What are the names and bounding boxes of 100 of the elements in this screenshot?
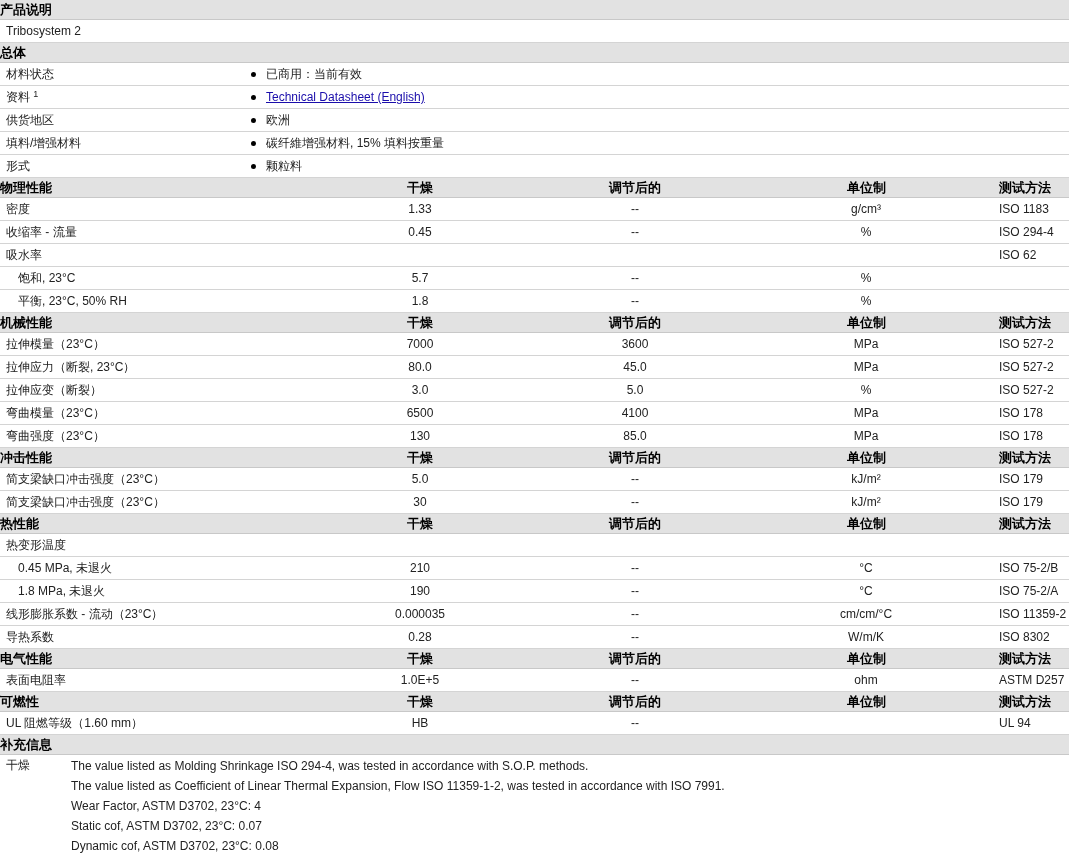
table-cell: 3.0 <box>411 383 429 397</box>
table-cell: UL 94 <box>999 716 1031 730</box>
section-title: 机械性能 <box>0 314 53 332</box>
table-cell: kJ/m² <box>851 495 881 509</box>
bullet-icon <box>251 163 256 169</box>
property-label: 拉伸模量（23°C） <box>5 336 106 353</box>
property-label: 热变形温度 <box>5 537 67 554</box>
table-cell: 85.0 <box>623 429 647 443</box>
column-header: 调节后的 <box>607 314 662 332</box>
table-cell: -- <box>631 630 639 644</box>
column-header: 测试方法 <box>998 314 1052 332</box>
section-title: 产品说明 <box>0 1 53 19</box>
datasheet-link[interactable]: Technical Datasheet (English) <box>266 88 425 106</box>
bullet-icon <box>251 117 256 123</box>
table-cell: ISO 1183 <box>999 202 1049 216</box>
table-cell: 3600 <box>621 337 649 351</box>
column-header: 测试方法 <box>998 179 1052 197</box>
column-header: 调节后的 <box>607 693 662 711</box>
table-cell: -- <box>631 225 639 239</box>
note-label: 干燥 <box>5 757 31 774</box>
table-cell: -- <box>631 607 639 621</box>
bullet-icon <box>251 94 256 100</box>
property-label: 拉伸应变（断裂） <box>5 382 103 399</box>
property-value: 颗粒料 <box>266 158 302 175</box>
property-label: 1.8 MPa, 未退火 <box>17 583 107 600</box>
property-label: 形式 <box>5 158 31 175</box>
table-cell: 5.0 <box>626 383 644 397</box>
property-label: 收缩率 - 流量 <box>5 224 78 241</box>
column-header: 单位制 <box>845 515 887 533</box>
property-value: 欧洲 <box>266 112 290 129</box>
column-header: 单位制 <box>845 693 887 711</box>
section-title: 可燃性 <box>0 693 40 711</box>
table-cell: ISO 178 <box>999 406 1044 420</box>
property-label: 平衡, 23°C, 50% RH <box>17 293 128 310</box>
column-header: 调节后的 <box>607 179 662 197</box>
property-label: 简支梁缺口冲击强度（23°C） <box>5 471 166 488</box>
property-label: 密度 <box>5 201 31 218</box>
table-cell: g/cm³ <box>851 202 881 216</box>
property-label: UL 阻燃等级（1.60 mm） <box>5 715 144 732</box>
property-label: 材料状态 <box>5 66 55 83</box>
bullet-icon <box>251 71 256 77</box>
property-label: 表面电阻率 <box>5 672 67 689</box>
table-cell: 80.0 <box>408 360 432 374</box>
column-header: 测试方法 <box>998 515 1052 533</box>
property-value: 碳纤維增强材料, 15% 填料按重量 <box>266 135 445 152</box>
column-header: 调节后的 <box>607 515 662 533</box>
table-cell: ISO 75-2/B <box>999 561 1059 575</box>
table-cell: 5.7 <box>411 271 429 285</box>
note-text: The value listed as Molding Shrinkage ISO 294-4, was tested in accordance with S.O.P. methods. <box>71 758 590 775</box>
property-label: 饱和, 23°C <box>17 270 77 287</box>
table-cell: 7000 <box>406 337 434 351</box>
column-header: 测试方法 <box>998 693 1052 711</box>
table-cell: ISO 11359-2 <box>999 607 1067 621</box>
column-header: 干燥 <box>406 314 434 332</box>
table-cell: -- <box>631 472 639 486</box>
property-label: 资料 $^{1}$ <box>5 88 40 106</box>
column-header: 干燥 <box>406 693 434 711</box>
table-cell: % <box>860 383 872 397</box>
column-header: 单位制 <box>845 650 887 668</box>
note-text: Wear Factor, ASTM D3702, 23°C: 4 <box>71 798 262 815</box>
note-text: Dynamic cof, ASTM D3702, 23°C: 0.08 <box>71 838 280 855</box>
table-cell: ohm <box>854 673 878 687</box>
table-cell: -- <box>631 561 639 575</box>
column-header: 干燥 <box>406 449 434 467</box>
property-label: 线形膨胀系数 - 流动（23°C） <box>5 606 165 623</box>
table-cell: 0.000035 <box>394 607 446 621</box>
table-cell: cm/cm/°C <box>839 607 893 621</box>
section-title: 总体 <box>0 44 27 62</box>
table-cell: % <box>860 294 872 308</box>
table-cell: % <box>860 271 872 285</box>
table-cell: MPa <box>853 360 879 374</box>
section-title: 冲击性能 <box>0 449 53 467</box>
column-header: 单位制 <box>845 314 887 332</box>
table-cell: kJ/m² <box>851 472 881 486</box>
product-description: Tribosystem 2 <box>5 23 81 40</box>
table-cell: 1.0E+5 <box>400 673 440 687</box>
column-header: 干燥 <box>406 650 434 668</box>
property-label: 供货地区 <box>5 112 55 129</box>
property-label: 弯曲模量（23°C） <box>5 405 106 422</box>
section-title: 补充信息 <box>0 736 53 754</box>
column-header: 调节后的 <box>607 449 662 467</box>
note-text: The value listed as Coefficient of Linear Thermal Expansion, Flow ISO 11359-1-2, was tested in accordance with ISO 7991. <box>71 778 725 795</box>
table-cell: ISO 179 <box>999 472 1044 486</box>
table-cell: 30 <box>413 495 427 509</box>
column-header: 调节后的 <box>607 650 662 668</box>
section-title: 电气性能 <box>0 650 53 668</box>
table-cell: ISO 178 <box>999 429 1044 443</box>
table-cell: 6500 <box>406 406 434 420</box>
table-cell: °C <box>859 584 873 598</box>
table-cell: ISO 75-2/A <box>999 584 1059 598</box>
table-cell: -- <box>631 294 639 308</box>
table-cell: °C <box>859 561 873 575</box>
table-cell: MPa <box>853 406 879 420</box>
property-label: 导热系数 <box>5 629 55 646</box>
column-header: 干燥 <box>406 515 434 533</box>
property-label: 吸水率 <box>5 247 43 264</box>
table-cell: MPa <box>853 337 879 351</box>
table-cell: ISO 527-2 <box>999 383 1054 397</box>
table-cell: 0.45 <box>408 225 432 239</box>
table-cell: ISO 527-2 <box>999 337 1054 351</box>
